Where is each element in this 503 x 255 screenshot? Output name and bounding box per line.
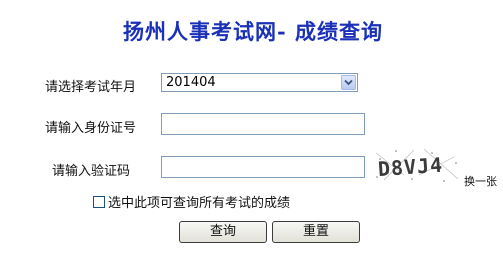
id-number-label: 请输入身份证号 xyxy=(45,121,137,136)
refresh-captcha-link[interactable]: 换一张 xyxy=(464,173,497,189)
page-title: 扬州人事考试网- 成绩查询 xyxy=(123,19,384,44)
exam-month-select[interactable]: 201404 xyxy=(161,73,358,92)
score-query-page: 扬州人事考试网- 成绩查询 请选择考试年月 201404 请输入身份证号 请输入… xyxy=(0,0,503,255)
captcha-label: 请输入验证码 xyxy=(52,164,131,179)
id-number-input[interactable] xyxy=(161,113,365,135)
reset-button[interactable]: 重置 xyxy=(272,221,360,243)
captcha-text: D8VJ4 xyxy=(377,153,444,181)
query-all-checkbox[interactable] xyxy=(93,195,105,208)
captcha-image[interactable]: D8VJ4 xyxy=(374,145,462,185)
chevron-down-icon[interactable] xyxy=(341,75,356,90)
query-all-option[interactable]: 选中此项可查询所有考试的成绩 xyxy=(93,192,290,211)
query-all-label: 选中此项可查询所有考试的成绩 xyxy=(108,196,291,211)
query-button[interactable]: 查询 xyxy=(179,221,267,243)
captcha-input[interactable] xyxy=(161,156,365,178)
exam-month-value: 201404 xyxy=(166,75,216,90)
exam-month-label: 请选择考试年月 xyxy=(45,80,137,95)
